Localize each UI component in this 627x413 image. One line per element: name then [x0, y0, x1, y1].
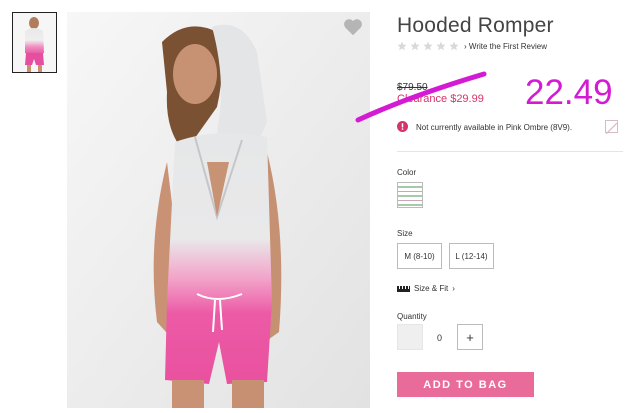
thumbnail-photo — [13, 13, 56, 72]
size-fit-link[interactable]: Size & Fit › — [397, 284, 455, 293]
divider — [397, 151, 623, 152]
model-photo — [67, 12, 370, 408]
star-icon — [397, 41, 407, 51]
alert-icon — [397, 121, 408, 132]
thumbnail-image[interactable] — [12, 12, 57, 73]
rating-stars — [397, 41, 459, 51]
size-fit-label: Size & Fit — [414, 284, 449, 293]
main-product-image — [67, 12, 370, 408]
favorite-heart-icon[interactable] — [342, 16, 364, 38]
size-option-l[interactable]: L (12-14) — [449, 243, 494, 269]
star-icon — [423, 41, 433, 51]
size-option-m[interactable]: M (8-10) — [397, 243, 442, 269]
quantity-decrement-button[interactable] — [397, 324, 423, 350]
handwritten-strike-mark — [355, 71, 487, 123]
color-swatch[interactable] — [397, 182, 423, 208]
star-icon — [436, 41, 446, 51]
star-icon — [410, 41, 420, 51]
add-to-bag-button[interactable]: ADD TO BAG — [397, 372, 534, 397]
quantity-label: Quantity — [397, 312, 427, 321]
chevron-right-icon: › — [452, 284, 455, 293]
size-label: Size — [397, 229, 413, 238]
chevron-right-icon: › — [464, 42, 467, 51]
quantity-increment-button[interactable]: + — [457, 324, 483, 350]
write-review-link[interactable]: › Write the First Review — [464, 42, 547, 51]
quantity-value: 0 — [437, 333, 443, 343]
ruler-icon — [397, 285, 410, 292]
write-review-label: Write the First Review — [468, 42, 547, 51]
handwritten-price: 22.49 — [525, 73, 613, 112]
star-icon — [449, 41, 459, 51]
availability-message: Not currently available in Pink Ombre (8… — [416, 123, 573, 132]
product-title: Hooded Romper — [397, 14, 554, 37]
selected-color-swatch — [605, 120, 618, 135]
color-label: Color — [397, 168, 417, 177]
